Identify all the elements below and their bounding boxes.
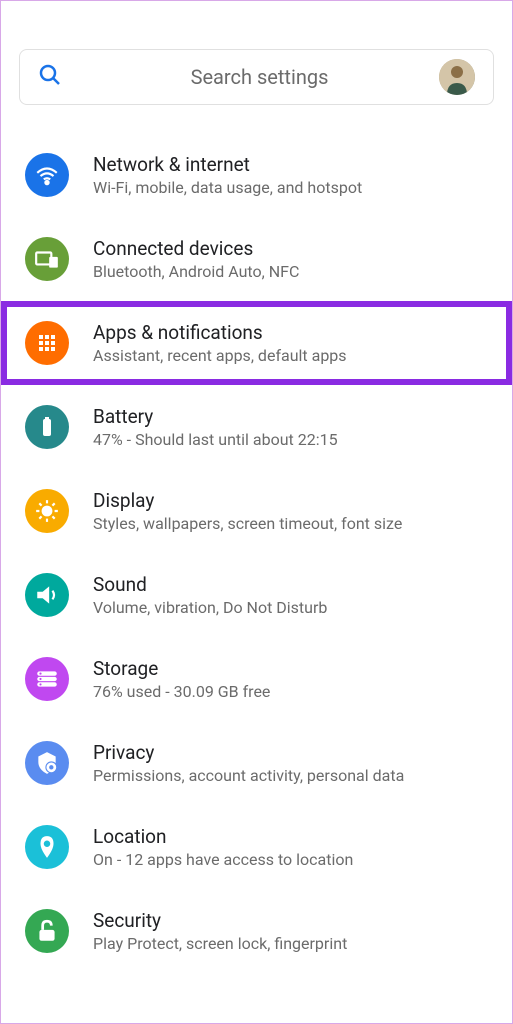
location-icon — [25, 825, 69, 869]
setting-text: Privacy Permissions, account activity, p… — [93, 741, 404, 785]
setting-text: Connected devices Bluetooth, Android Aut… — [93, 237, 299, 281]
setting-title: Security — [93, 909, 347, 932]
setting-title: Sound — [93, 573, 327, 596]
setting-item-network-internet[interactable]: Network & internet Wi-Fi, mobile, data u… — [1, 133, 512, 217]
setting-text: Location On - 12 apps have access to loc… — [93, 825, 353, 869]
setting-title: Apps & notifications — [93, 321, 347, 344]
setting-title: Storage — [93, 657, 270, 680]
setting-text: Sound Volume, vibration, Do Not Disturb — [93, 573, 327, 617]
setting-item-storage[interactable]: Storage 76% used - 30.09 GB free — [1, 637, 512, 721]
setting-item-sound[interactable]: Sound Volume, vibration, Do Not Disturb — [1, 553, 512, 637]
setting-subtitle: Bluetooth, Android Auto, NFC — [93, 262, 299, 281]
setting-text: Security Play Protect, screen lock, fing… — [93, 909, 347, 953]
search-icon — [38, 63, 62, 91]
setting-subtitle: Volume, vibration, Do Not Disturb — [93, 598, 327, 617]
setting-subtitle: Assistant, recent apps, default apps — [93, 346, 347, 365]
setting-title: Network & internet — [93, 153, 362, 176]
setting-title: Connected devices — [93, 237, 299, 260]
setting-text: Battery 47% - Should last until about 22… — [93, 405, 338, 449]
setting-item-location[interactable]: Location On - 12 apps have access to loc… — [1, 805, 512, 889]
avatar[interactable] — [439, 59, 475, 95]
setting-item-display[interactable]: Display Styles, wallpapers, screen timeo… — [1, 469, 512, 553]
setting-subtitle: 47% - Should last until about 22:15 — [93, 430, 338, 449]
setting-item-privacy[interactable]: Privacy Permissions, account activity, p… — [1, 721, 512, 805]
apps-icon — [25, 321, 69, 365]
setting-item-battery[interactable]: Battery 47% - Should last until about 22… — [1, 385, 512, 469]
privacy-icon — [25, 741, 69, 785]
search-placeholder: Search settings — [80, 65, 439, 89]
search-bar[interactable]: Search settings — [19, 49, 494, 105]
setting-subtitle: Permissions, account activity, personal … — [93, 766, 404, 785]
setting-text: Storage 76% used - 30.09 GB free — [93, 657, 270, 701]
security-icon — [25, 909, 69, 953]
setting-title: Privacy — [93, 741, 404, 764]
setting-text: Apps & notifications Assistant, recent a… — [93, 321, 347, 365]
setting-title: Display — [93, 489, 402, 512]
setting-subtitle: Play Protect, screen lock, fingerprint — [93, 934, 347, 953]
setting-subtitle: Wi-Fi, mobile, data usage, and hotspot — [93, 178, 362, 197]
setting-item-connected-devices[interactable]: Connected devices Bluetooth, Android Aut… — [1, 217, 512, 301]
sound-icon — [25, 573, 69, 617]
setting-item-apps-notifications[interactable]: Apps & notifications Assistant, recent a… — [1, 301, 512, 385]
wifi-icon — [25, 153, 69, 197]
storage-icon — [25, 657, 69, 701]
display-icon — [25, 489, 69, 533]
setting-text: Network & internet Wi-Fi, mobile, data u… — [93, 153, 362, 197]
battery-icon — [25, 405, 69, 449]
setting-title: Location — [93, 825, 353, 848]
setting-item-security[interactable]: Security Play Protect, screen lock, fing… — [1, 889, 512, 973]
setting-subtitle: On - 12 apps have access to location — [93, 850, 353, 869]
settings-list: Network & internet Wi-Fi, mobile, data u… — [1, 113, 512, 973]
setting-subtitle: 76% used - 30.09 GB free — [93, 682, 270, 701]
setting-title: Battery — [93, 405, 338, 428]
setting-subtitle: Styles, wallpapers, screen timeout, font… — [93, 514, 402, 533]
devices-icon — [25, 237, 69, 281]
setting-text: Display Styles, wallpapers, screen timeo… — [93, 489, 402, 533]
